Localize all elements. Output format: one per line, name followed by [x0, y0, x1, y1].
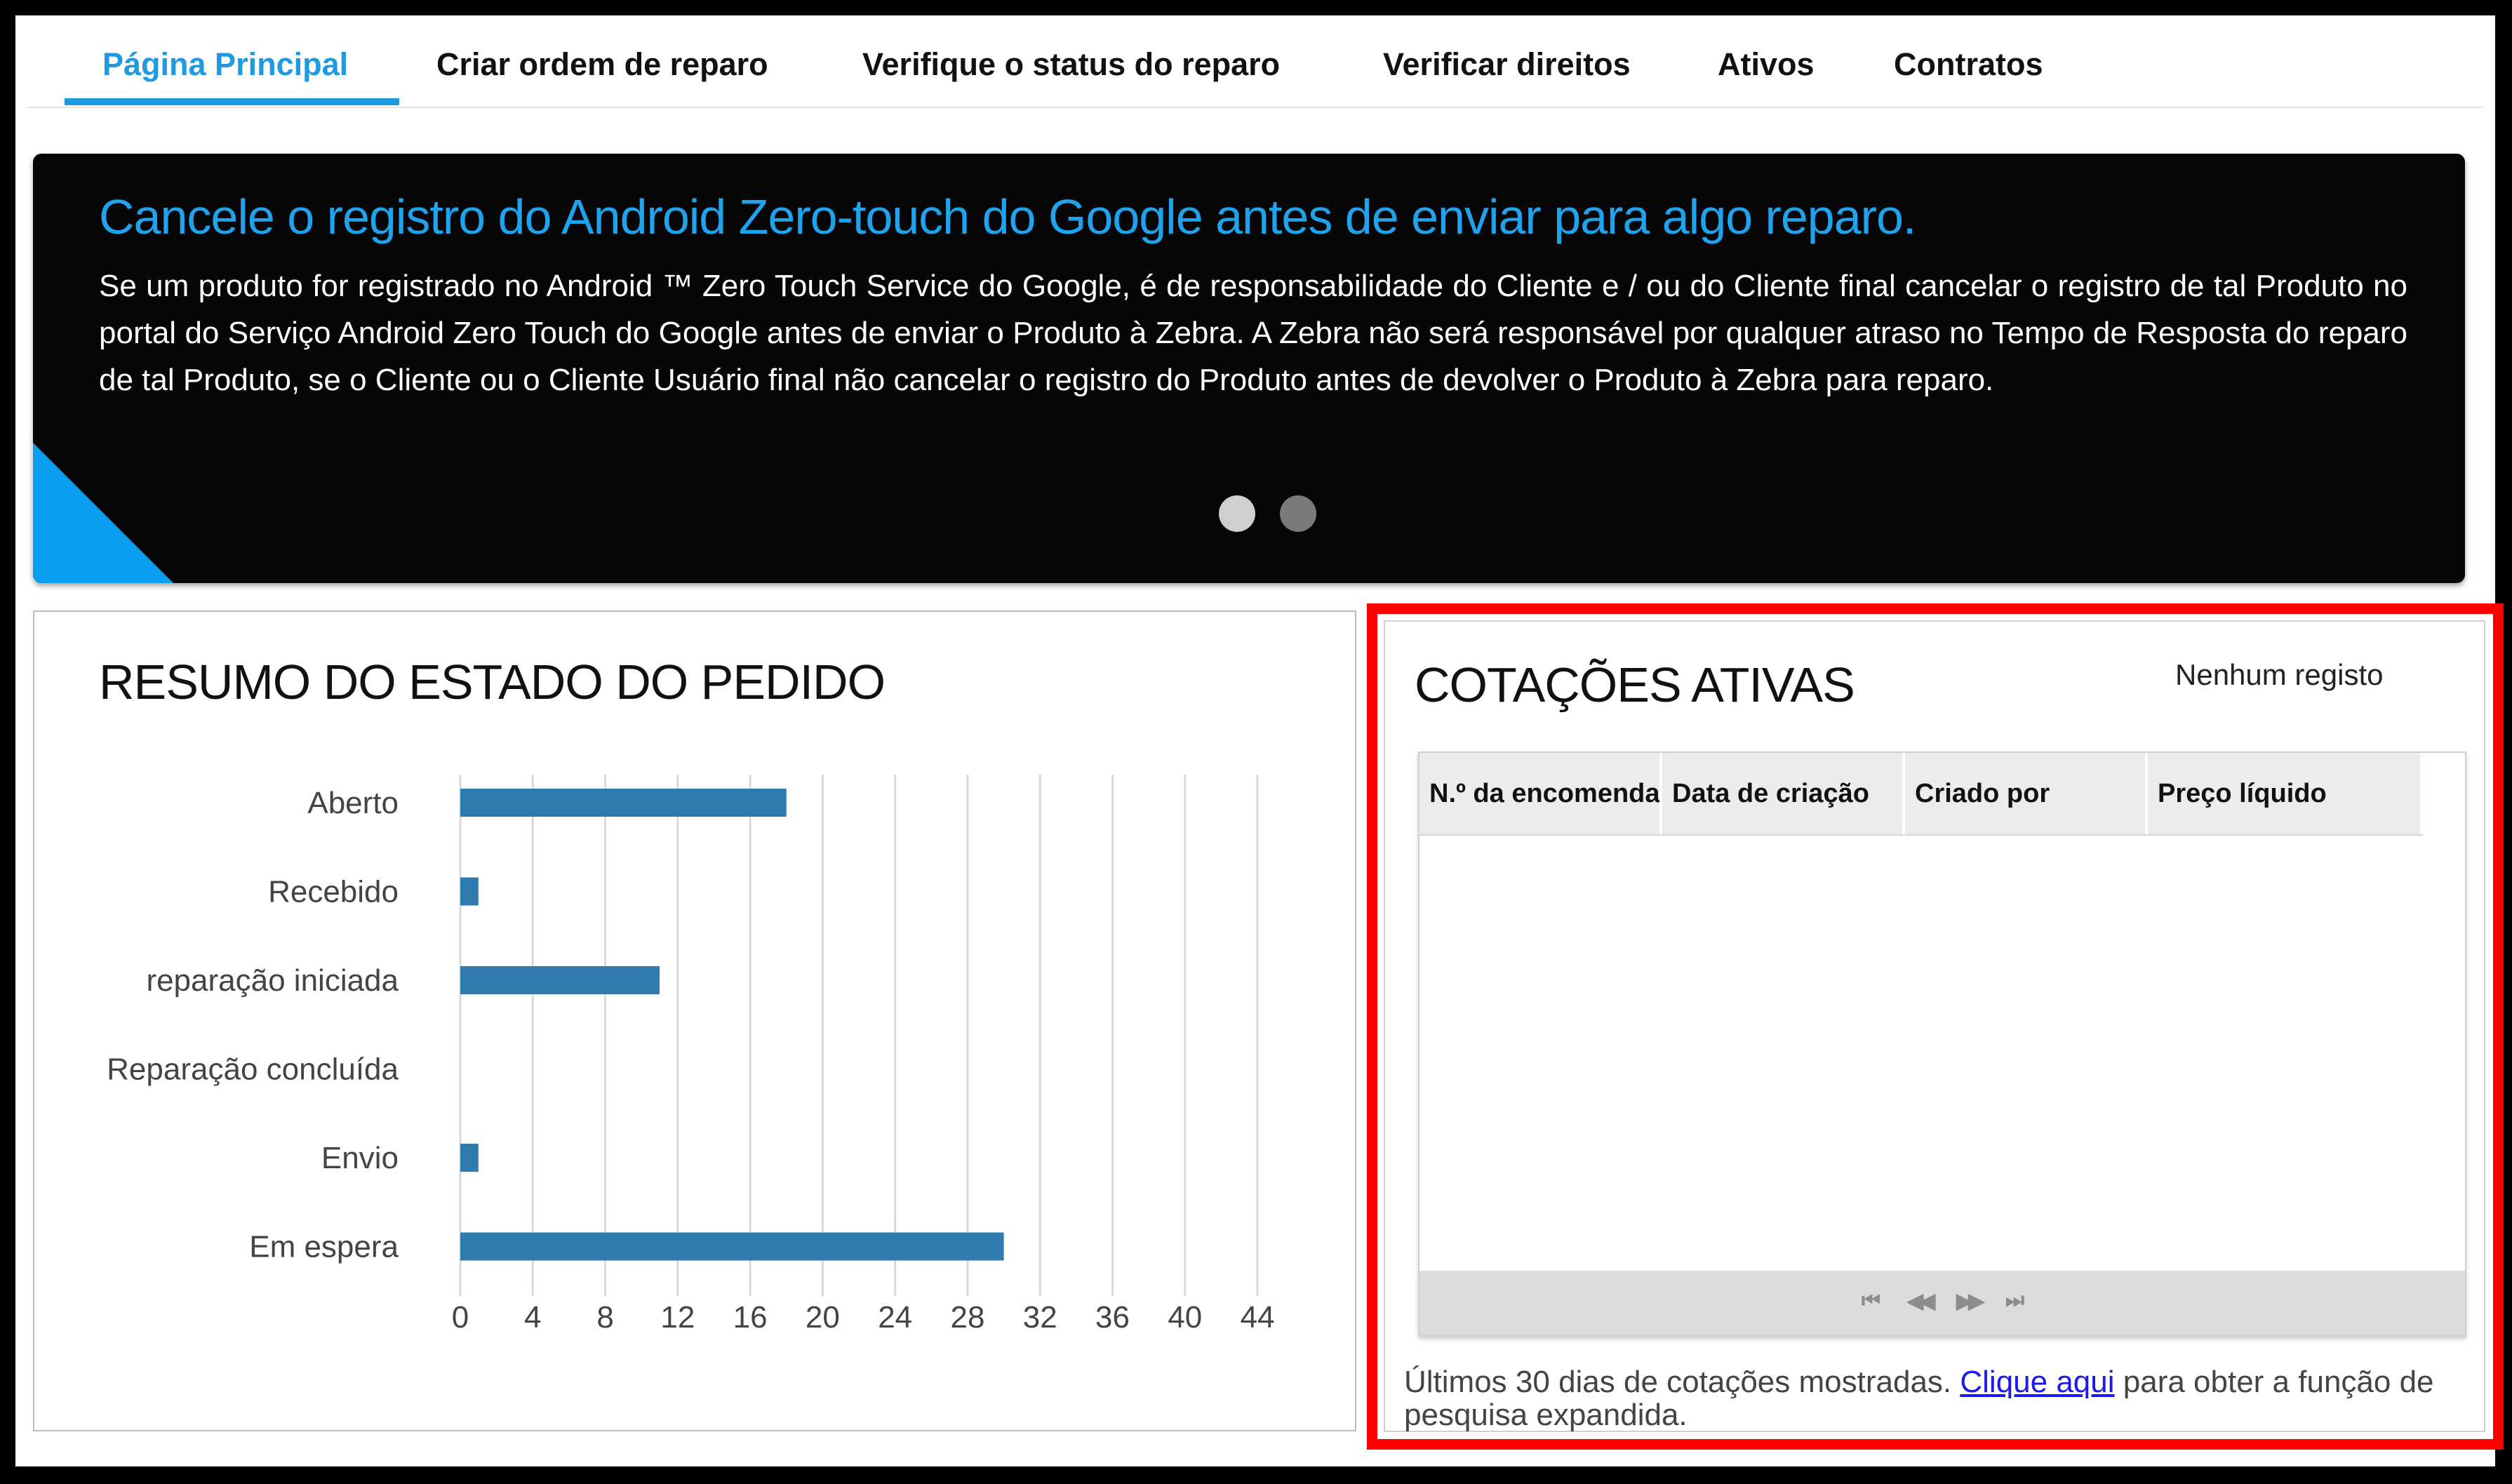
- banner-corner-accent: [33, 443, 173, 583]
- bar: [460, 789, 787, 817]
- carousel-dot-1[interactable]: [1219, 495, 1255, 532]
- next-page-icon[interactable]: ▶▶: [1956, 1289, 1984, 1313]
- category-label: Em espera: [249, 1230, 399, 1264]
- x-tick-label: 12: [660, 1300, 695, 1335]
- category-label: Reparação concluída: [107, 1052, 399, 1087]
- tab-criar-ordem-de-reparo[interactable]: Criar ordem de reparo: [436, 46, 768, 104]
- quotes-footer-note: Últimos 30 dias de cotações mostradas. C…: [1404, 1365, 2471, 1431]
- bar: [460, 1144, 479, 1172]
- x-tick-label: 8: [596, 1300, 613, 1335]
- x-tick-label: 44: [1241, 1300, 1275, 1335]
- category-label: Recebido: [268, 875, 399, 909]
- x-tick-label: 24: [878, 1300, 912, 1335]
- carousel-dot-2[interactable]: [1280, 495, 1316, 532]
- tab-contratos[interactable]: Contratos: [1894, 46, 2043, 104]
- quotes-title: COTAÇÕES ATIVAS: [1415, 657, 1855, 712]
- col-created-by[interactable]: Criado por: [1905, 753, 2148, 834]
- category-label: reparação iniciada: [146, 963, 399, 998]
- x-tick-label: 32: [1023, 1300, 1057, 1335]
- page: Página Principal Criar ordem de reparo V…: [15, 15, 2504, 1466]
- x-tick-label: 36: [1095, 1300, 1130, 1335]
- x-tick-label: 16: [733, 1300, 768, 1335]
- prev-page-icon[interactable]: ◀◀: [1907, 1289, 1935, 1313]
- active-quotes-panel: COTAÇÕES ATIVAS Nenhum registo N.º da en…: [1384, 620, 2485, 1432]
- x-tick-label: 28: [950, 1300, 984, 1335]
- col-creation-date[interactable]: Data de criação: [1662, 753, 1905, 834]
- tab-pagina-principal[interactable]: Página Principal: [102, 46, 348, 104]
- tab-verifique-status-reparo[interactable]: Verifique o status do reparo: [862, 46, 1280, 104]
- x-tick-label: 20: [806, 1300, 840, 1335]
- x-tick-label: 40: [1168, 1300, 1202, 1335]
- no-records-label: Nenhum registo: [2175, 658, 2384, 691]
- category-label: Envio: [321, 1141, 399, 1175]
- quotes-table-pager: ⏮ ◀◀ ▶▶ ⏭: [1419, 1271, 2465, 1335]
- banner-body: Se um produto for registrado no Android …: [99, 269, 2407, 397]
- quotes-table: N.º da encomenda Data de criação Criado …: [1418, 751, 2466, 1337]
- col-order-number[interactable]: N.º da encomenda: [1419, 753, 1662, 834]
- expanded-search-link[interactable]: Clique aqui: [1960, 1365, 2114, 1399]
- category-label: Aberto: [307, 786, 399, 820]
- quotes-table-header: N.º da encomenda Data de criação Criado …: [1419, 753, 2423, 836]
- last-page-icon[interactable]: ⏭: [2005, 1289, 2024, 1313]
- main-nav: Página Principal Criar ordem de reparo V…: [27, 15, 2483, 108]
- x-tick-label: 4: [524, 1300, 541, 1335]
- bar: [460, 877, 479, 906]
- active-tab-underline: [65, 98, 399, 105]
- tab-verificar-direitos[interactable]: Verificar direitos: [1383, 46, 1631, 104]
- first-page-icon[interactable]: ⏮: [1862, 1289, 1880, 1313]
- order-status-chart: 0 4 8 12 16 20 24 28 32 36 40 44 Aberto Recebido repar…: [107, 775, 1275, 1335]
- bar: [460, 966, 660, 994]
- banner-title: Cancele o registro do Android Zero-touch…: [99, 189, 1916, 244]
- col-net-price[interactable]: Preço líquido: [2148, 753, 2423, 834]
- tab-ativos[interactable]: Ativos: [1718, 46, 1815, 104]
- footer-note-prefix: Últimos 30 dias de cotações mostradas.: [1404, 1365, 1960, 1399]
- announcement-banner: Cancele o registro do Android Zero-touch…: [33, 154, 2465, 583]
- x-tick-label: 0: [452, 1300, 469, 1335]
- bar: [460, 1232, 1004, 1261]
- order-status-summary-panel: RESUMO DO ESTADO DO PEDIDO 0 4 8 12 16 20 24 28…: [33, 610, 1356, 1431]
